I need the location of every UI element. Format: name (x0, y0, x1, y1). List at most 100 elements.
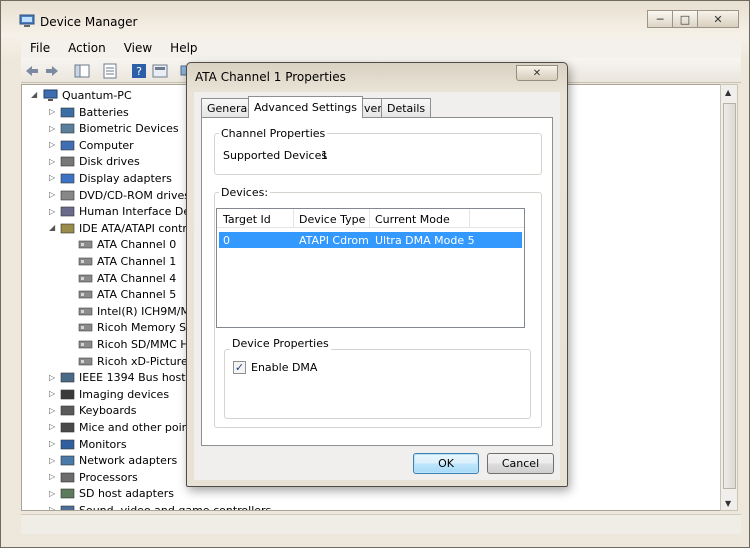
tree-child-device[interactable]: ATA Channel 5 (78, 287, 176, 303)
tree-category[interactable]: Human Interface Devic (60, 204, 206, 220)
tree-category[interactable]: IDE ATA/ATAPI contro (60, 220, 193, 236)
tree-category[interactable]: Processors (60, 469, 138, 485)
tree-child-label: Ricoh Memory Stic (97, 321, 200, 335)
tree-category[interactable]: Sound, video and game controllers (60, 502, 271, 510)
forward-arrow-icon[interactable] (44, 63, 60, 79)
tree-category[interactable]: Disk drives (60, 154, 140, 170)
menu-file[interactable]: File (21, 41, 59, 55)
expand-arrow-icon[interactable]: ▷ (49, 505, 55, 510)
expand-arrow-icon[interactable]: ▷ (49, 439, 55, 448)
expand-arrow-icon[interactable]: ▷ (49, 207, 55, 216)
column-divider[interactable] (293, 209, 294, 228)
row-current-mode: Ultra DMA Mode 5 (375, 234, 475, 247)
tree-category[interactable]: Computer (60, 137, 134, 153)
tree-child-device[interactable]: Ricoh SD/MMC Ho (78, 336, 195, 352)
tree-child-device[interactable]: ATA Channel 4 (78, 270, 176, 286)
ok-button[interactable]: OK (413, 453, 479, 474)
tree-category[interactable]: Biometric Devices (60, 121, 179, 137)
menu-help[interactable]: Help (161, 41, 206, 55)
tree-child-device[interactable]: ATA Channel 0 (78, 237, 176, 253)
expand-arrow-icon[interactable]: ▷ (49, 157, 55, 166)
tab-advanced-settings[interactable]: Advanced Settings (248, 96, 363, 118)
tree-category[interactable]: Display adapters (60, 170, 172, 186)
view-icon[interactable] (152, 63, 168, 79)
tree-child-label: Intel(R) ICH9M/M- (97, 304, 194, 318)
tree-category-label: Display adapters (79, 171, 172, 185)
column-current-mode[interactable]: Current Mode (375, 213, 450, 226)
tree-category[interactable]: Keyboards (60, 403, 136, 419)
cancel-button[interactable]: Cancel (487, 453, 554, 474)
tree-child-device[interactable]: Ricoh Memory Stic (78, 320, 200, 336)
close-icon: ✕ (713, 12, 723, 26)
expand-arrow-icon[interactable]: ▷ (49, 190, 55, 199)
hid-icon (60, 206, 75, 217)
tab-details[interactable]: Details (381, 98, 432, 117)
enable-dma-label[interactable]: Enable DMA (251, 361, 317, 374)
expand-arrow-icon[interactable]: ▷ (49, 389, 55, 398)
maximize-button[interactable]: □ (672, 10, 698, 28)
row-target-id: 0 (223, 234, 230, 247)
help-icon[interactable]: ? (131, 63, 147, 79)
biometric-icon (60, 123, 75, 134)
column-divider[interactable] (369, 209, 370, 228)
tree-category-label: Imaging devices (79, 387, 170, 401)
scroll-up-icon[interactable]: ▲ (725, 88, 731, 97)
tree-category-label: Processors (79, 470, 138, 484)
menu-view[interactable]: View (115, 41, 161, 55)
title-bar[interactable]: Device Manager ─ □ ✕ (1, 1, 749, 37)
enable-dma-checkbox[interactable]: ✓ (233, 361, 246, 374)
column-device-type[interactable]: Device Type (299, 213, 365, 226)
tree-category-label: IDE ATA/ATAPI contro (79, 221, 194, 235)
minimize-button[interactable]: ─ (647, 10, 673, 28)
close-button[interactable]: ✕ (697, 10, 739, 28)
row-device-type: ATAPI Cdrom (299, 234, 369, 247)
tree-child-device[interactable]: Ricoh xD-Picture C (78, 353, 199, 369)
tree-child-device[interactable]: Intel(R) ICH9M/M- (78, 303, 194, 319)
tree-child-label: Ricoh xD-Picture C (97, 354, 199, 368)
tree-category-label: Disk drives (79, 155, 140, 169)
tree-category[interactable]: DVD/CD-ROM drives (60, 187, 190, 203)
expand-arrow-icon[interactable]: ▷ (49, 456, 55, 465)
tree-category[interactable]: Imaging devices (60, 386, 169, 402)
expand-arrow-icon[interactable]: ▷ (49, 107, 55, 116)
menu-action[interactable]: Action (59, 41, 115, 55)
ide-channel-icon (78, 290, 93, 299)
tree-child-label: ATA Channel 1 (97, 254, 177, 268)
column-divider[interactable] (469, 209, 470, 228)
back-arrow-icon[interactable] (24, 63, 40, 79)
properties-icon[interactable] (102, 63, 118, 79)
column-target-id[interactable]: Target Id (223, 213, 271, 226)
expand-arrow-icon[interactable]: ▷ (49, 406, 55, 415)
expand-arrow-icon[interactable]: ▷ (49, 140, 55, 149)
devices-list[interactable]: Target Id Device Type Current Mode 0 ATA… (216, 208, 525, 328)
ide-channel-icon (78, 340, 93, 349)
tree-root-label: Quantum-PC (62, 88, 132, 102)
tree-category-label: Batteries (79, 105, 129, 119)
expand-arrow-icon[interactable]: ▷ (49, 472, 55, 481)
minimize-icon: ─ (656, 12, 664, 26)
expand-arrow-icon[interactable]: ▷ (49, 489, 55, 498)
tree-category[interactable]: SD host adapters (60, 486, 174, 502)
expand-arrow-icon[interactable]: ▷ (49, 373, 55, 382)
dialog-close-button[interactable]: ✕ (516, 65, 558, 81)
scroll-thumb[interactable] (723, 103, 736, 489)
vertical-scrollbar[interactable]: ▲ ▼ (720, 84, 738, 511)
tree-category[interactable]: Monitors (60, 436, 127, 452)
tree-root[interactable]: Quantum-PC (43, 87, 132, 103)
show-hide-tree-icon[interactable] (74, 63, 90, 79)
tree-child-device[interactable]: ATA Channel 1 (78, 253, 176, 269)
devices-list-row[interactable]: 0 ATAPI Cdrom Ultra DMA Mode 5 (219, 232, 522, 248)
expand-arrow-icon[interactable]: ▷ (49, 173, 55, 182)
keyboard-icon (60, 405, 75, 416)
collapse-arrow-icon[interactable]: ◢ (31, 90, 37, 99)
tree-category[interactable]: Batteries (60, 104, 129, 120)
expand-arrow-icon[interactable]: ▷ (49, 422, 55, 431)
scroll-down-icon[interactable]: ▼ (725, 499, 731, 508)
device-properties-label: Device Properties (230, 337, 331, 350)
tree-category-label: DVD/CD-ROM drives (79, 188, 190, 202)
battery-icon (60, 107, 75, 117)
collapse-arrow-icon[interactable]: ◢ (49, 223, 55, 232)
expand-arrow-icon[interactable]: ▷ (49, 124, 55, 133)
dvd-drive-icon (60, 190, 75, 200)
tree-category[interactable]: Network adapters (60, 453, 177, 469)
